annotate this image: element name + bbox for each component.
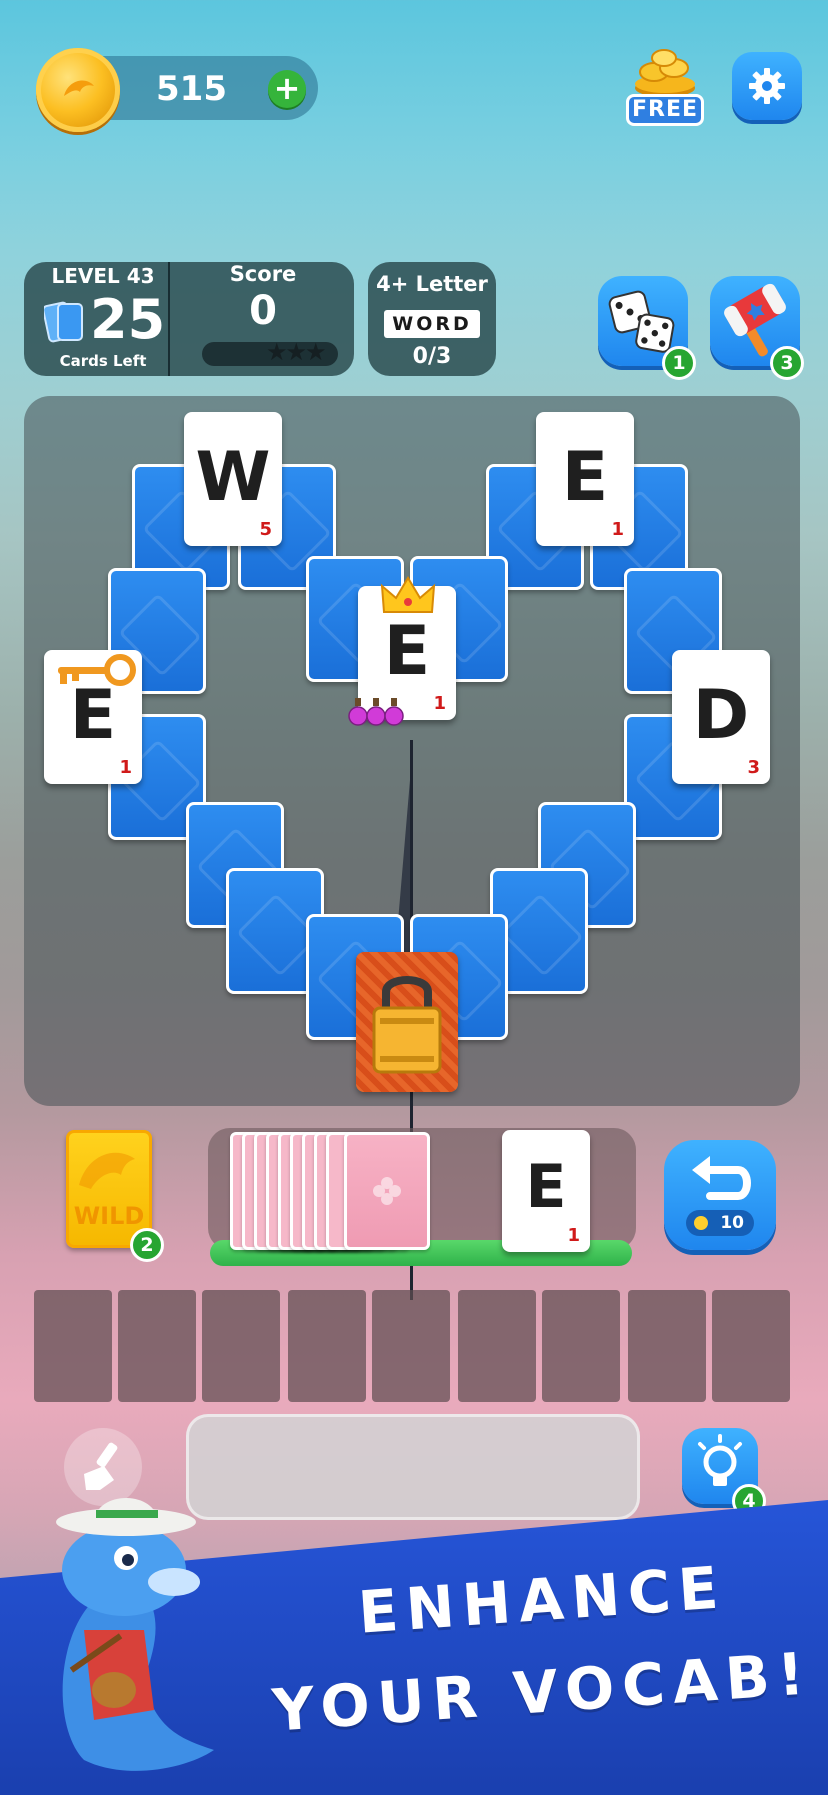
potion-bottles-icon bbox=[348, 698, 404, 726]
card-points: 5 bbox=[259, 519, 272, 540]
letter-slot bbox=[202, 1290, 280, 1402]
cards-icon bbox=[44, 301, 83, 343]
settings-button[interactable] bbox=[732, 52, 802, 120]
letter-card[interactable]: W 5 bbox=[184, 412, 282, 546]
crown-icon bbox=[380, 576, 436, 613]
wild-count-badge: 2 bbox=[130, 1228, 164, 1262]
add-coins-button[interactable]: + bbox=[268, 70, 306, 108]
score-value: 0 bbox=[249, 288, 277, 334]
level-label: LEVEL 43 bbox=[51, 264, 155, 288]
letter-slot bbox=[288, 1290, 366, 1402]
cards-left-label: Cards Left bbox=[59, 352, 147, 370]
undo-cost: 10 bbox=[686, 1210, 754, 1236]
letter-slot bbox=[542, 1290, 620, 1402]
card-points: 3 bbox=[747, 757, 760, 778]
waste-card[interactable]: E 1 bbox=[502, 1130, 590, 1252]
wild-label: WILD bbox=[73, 1202, 145, 1230]
letter-card[interactable]: D 3 bbox=[672, 650, 770, 784]
card-letter: E bbox=[561, 438, 609, 517]
word-requirement: 4+ Letter bbox=[376, 272, 488, 296]
hammer-count-badge: 3 bbox=[770, 346, 804, 380]
dolphin-coin-emblem bbox=[64, 80, 94, 96]
card-letter: D bbox=[692, 676, 750, 755]
free-coins-button[interactable]: FREE bbox=[624, 48, 706, 126]
undo-arrow-icon bbox=[692, 1156, 751, 1200]
card-points: 1 bbox=[611, 519, 624, 540]
score-label: Score bbox=[229, 262, 297, 286]
flower-icon bbox=[373, 1177, 401, 1205]
cards-left-count: 25 bbox=[90, 288, 166, 351]
letter-slot bbox=[34, 1290, 112, 1402]
coin-stack-icon bbox=[635, 49, 695, 97]
padlock-icon bbox=[372, 976, 442, 1074]
card-letter: E bbox=[383, 612, 431, 691]
gear-icon bbox=[749, 68, 785, 104]
dolphin-icon bbox=[79, 1152, 135, 1189]
letter-slot bbox=[372, 1290, 450, 1402]
free-label: FREE bbox=[626, 94, 704, 126]
letter-slot bbox=[118, 1290, 196, 1402]
card-points: 1 bbox=[433, 693, 446, 714]
word-goal-progress: 0/3 bbox=[412, 344, 452, 369]
coin-icon bbox=[36, 48, 120, 132]
card-letter: W bbox=[195, 438, 271, 517]
undo-cost-value: 10 bbox=[720, 1213, 744, 1233]
key-icon bbox=[58, 654, 136, 686]
letter-slot bbox=[628, 1290, 706, 1402]
letter-slot bbox=[458, 1290, 536, 1402]
coin-icon bbox=[694, 1216, 708, 1230]
letter-slot bbox=[712, 1290, 790, 1402]
card-letter: E bbox=[525, 1152, 567, 1222]
dice-count-badge: 1 bbox=[662, 346, 696, 380]
card-points: 1 bbox=[567, 1225, 580, 1246]
score-stars: ★★★ bbox=[266, 338, 327, 366]
dolphin-mascot bbox=[56, 1498, 214, 1771]
letter-card[interactable]: E 1 bbox=[536, 412, 634, 546]
stock-pile-top[interactable] bbox=[344, 1132, 430, 1250]
word-goal-label: WORD bbox=[384, 310, 480, 338]
card-points: 1 bbox=[119, 757, 132, 778]
coin-balance: 515 bbox=[156, 69, 227, 109]
locked-card bbox=[356, 952, 458, 1092]
